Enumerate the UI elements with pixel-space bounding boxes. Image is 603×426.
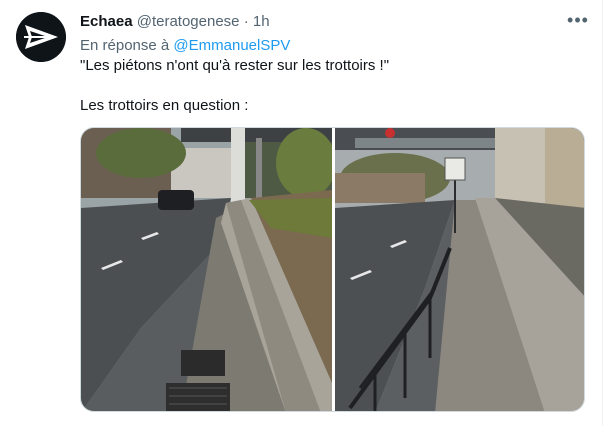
media-grid xyxy=(80,127,585,412)
reply-context: En réponse à @EmmanuelSPV xyxy=(80,36,290,56)
reply-mention-link[interactable]: @EmmanuelSPV xyxy=(173,37,290,54)
tweet-header: Echaea @teratogenese · 1h xyxy=(80,12,270,32)
arrow-logo-icon xyxy=(16,12,66,62)
author-name[interactable]: Echaea xyxy=(80,13,133,30)
photo-right[interactable] xyxy=(335,128,584,411)
timestamp[interactable]: 1h xyxy=(253,13,270,30)
separator-dot: · xyxy=(243,13,249,30)
photo-left[interactable] xyxy=(81,128,332,411)
tweet-text-line-2: Les trottoirs en question : xyxy=(80,97,249,114)
tweet-card[interactable]: Echaea @teratogenese · 1h ••• En réponse… xyxy=(0,0,603,426)
avatar[interactable] xyxy=(16,12,66,62)
reply-prefix: En réponse à xyxy=(80,37,170,54)
author-handle[interactable]: @teratogenese xyxy=(137,13,240,30)
tweet-text-line-1: "Les piétons n'ont qu'à rester sur les t… xyxy=(80,57,390,74)
more-horizontal-icon[interactable]: ••• xyxy=(566,10,590,34)
